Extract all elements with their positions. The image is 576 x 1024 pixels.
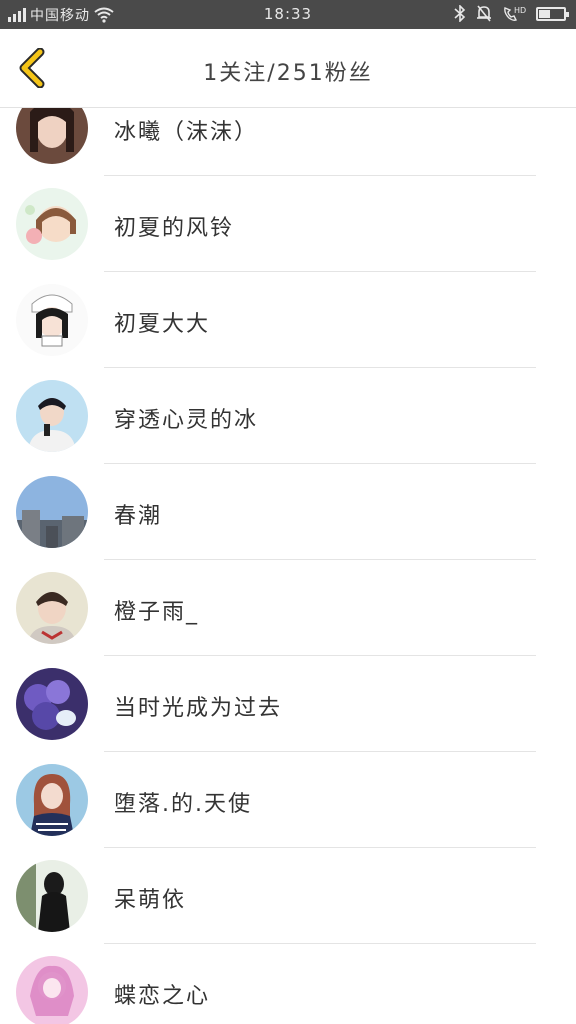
hd-label: HD	[514, 6, 526, 15]
avatar	[16, 956, 88, 1024]
mute-bell-icon	[477, 5, 491, 22]
list-item[interactable]: 堕落.的.天使	[0, 752, 576, 848]
avatar	[16, 668, 88, 740]
fan-name: 初夏大大	[114, 312, 211, 337]
list-item[interactable]: 春潮	[0, 464, 576, 560]
battery-fill	[539, 9, 550, 18]
fan-name: 蝶恋之心	[114, 984, 211, 1009]
list-item[interactable]: 初夏大大	[0, 272, 576, 368]
hd-call-icon: HD	[504, 6, 526, 21]
fan-list[interactable]: 冰曦（沫沫） 初夏的风铃 初夏大大 穿透心灵的冰 春潮 橙子雨_ 当时光成为过去…	[0, 108, 576, 1024]
fan-name: 堕落.的.天使	[114, 792, 252, 817]
fan-name: 初夏的风铃	[114, 216, 235, 241]
avatar	[16, 108, 88, 164]
list-item[interactable]: 呆萌依	[0, 848, 576, 944]
bluetooth-icon	[454, 5, 466, 22]
fan-name: 橙子雨_	[114, 600, 200, 625]
fan-name: 当时光成为过去	[114, 696, 283, 721]
fan-name: 呆萌依	[114, 888, 187, 913]
avatar	[16, 380, 88, 452]
list-item[interactable]: 穿透心灵的冰	[0, 368, 576, 464]
avatar	[16, 476, 88, 548]
top-nav-bar: 1关注/251粉丝	[0, 29, 576, 108]
fan-name: 穿透心灵的冰	[114, 408, 259, 433]
list-item[interactable]: 当时光成为过去	[0, 656, 576, 752]
list-item[interactable]: 初夏的风铃	[0, 176, 576, 272]
status-right: HD	[454, 5, 569, 22]
list-item[interactable]: 蝶恋之心	[0, 944, 576, 1024]
battery-icon	[536, 6, 569, 21]
status-bar: 中国移动 18:33 HD	[0, 0, 576, 29]
avatar	[16, 572, 88, 644]
fan-name: 春潮	[114, 504, 163, 529]
avatar	[16, 764, 88, 836]
list-item[interactable]: 橙子雨_	[0, 560, 576, 656]
avatar	[16, 188, 88, 260]
avatar	[16, 860, 88, 932]
list-item[interactable]: 冰曦（沫沫）	[0, 108, 576, 176]
fan-name: 冰曦（沫沫）	[114, 120, 259, 145]
avatar	[16, 284, 88, 356]
page-title: 1关注/251粉丝	[203, 61, 373, 86]
